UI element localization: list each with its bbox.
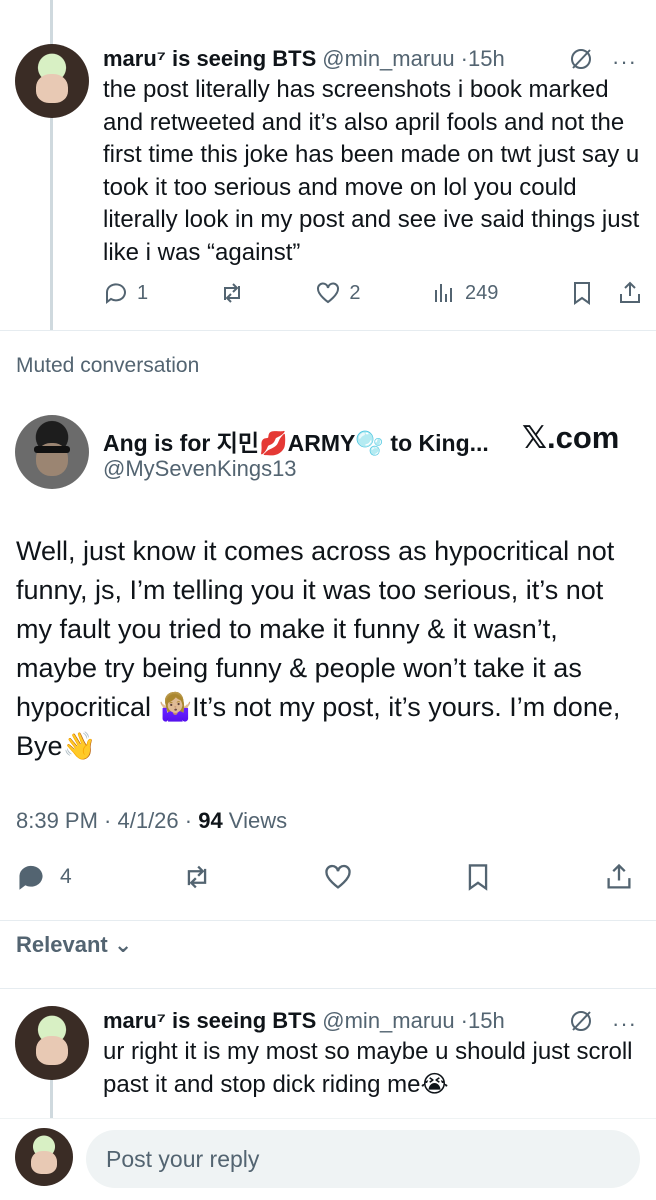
- bookmark-icon: [469, 864, 488, 891]
- bookmark-icon[interactable]: [569, 280, 595, 306]
- reply-icon: [106, 283, 126, 304]
- views-icon: [435, 284, 453, 302]
- reply-input[interactable]: [86, 1130, 640, 1188]
- grok-icon[interactable]: [568, 1008, 594, 1039]
- thread-line: [50, 1078, 53, 1118]
- repost-icon: [188, 865, 207, 889]
- sort-dropdown[interactable]: Relevant ⌄: [16, 932, 132, 958]
- tweet-text: ur right it is my most so maybe u should…: [103, 1038, 633, 1098]
- tweet-text: the post literally has screenshots i boo…: [103, 76, 640, 266]
- tweet-header: maru⁷ is seeing BTS @min_maruu ·15h: [103, 1008, 505, 1034]
- share-icon[interactable]: [617, 280, 643, 306]
- divider: [0, 330, 656, 331]
- repost-button[interactable]: [219, 280, 245, 306]
- author-name[interactable]: maru⁷ is seeing BTS: [103, 46, 316, 72]
- author-name[interactable]: maru⁷ is seeing BTS: [103, 1008, 316, 1034]
- like-button[interactable]: 2: [315, 280, 360, 306]
- muted-conversation-label: Muted conversation: [16, 354, 200, 377]
- divider: [0, 920, 656, 921]
- reply-count: 1: [137, 281, 149, 304]
- tweet-meta: 8:39 PM · 4/1/26 · 94 Views: [16, 808, 287, 834]
- share-button[interactable]: [604, 862, 634, 892]
- more-icon[interactable]: ···: [612, 1011, 637, 1037]
- reply-icon: [19, 865, 43, 890]
- share-icon: [607, 863, 631, 889]
- author-handle[interactable]: @min_maruu: [322, 1008, 454, 1034]
- bookmark-button[interactable]: [463, 862, 493, 892]
- composer-avatar[interactable]: [15, 1128, 73, 1186]
- divider: [0, 988, 656, 989]
- grok-icon[interactable]: [568, 46, 594, 77]
- views-label: Views: [222, 808, 288, 833]
- tweet-header: maru⁷ is seeing BTS @min_maruu ·15h: [103, 46, 505, 72]
- heart-icon: [325, 864, 351, 889]
- like-button[interactable]: [323, 862, 353, 892]
- x-logo: 𝕏.com: [522, 420, 620, 455]
- view-count: 249: [465, 281, 499, 304]
- reply-button[interactable]: 1: [103, 280, 148, 306]
- reply-button[interactable]: 4: [16, 862, 72, 892]
- avatar[interactable]: [15, 44, 89, 118]
- tweet-actions: 1 2 249: [103, 280, 643, 306]
- author-name[interactable]: Ang is for 지민💋ARMY🫧 to King...: [103, 424, 489, 458]
- repost-button[interactable]: [182, 862, 212, 892]
- heart-icon: [317, 282, 340, 304]
- reply-count: 4: [60, 865, 72, 888]
- tweet-text: Well, just know it comes across as hypoc…: [16, 536, 621, 761]
- like-count: 2: [349, 281, 361, 304]
- more-icon[interactable]: ···: [612, 49, 637, 75]
- views-count: 94: [198, 808, 223, 833]
- avatar[interactable]: [15, 1006, 89, 1080]
- author-handle[interactable]: @MySevenKings13: [103, 456, 297, 482]
- tweet-time[interactable]: ·15h: [461, 46, 505, 72]
- author-handle[interactable]: @min_maruu: [322, 46, 454, 72]
- repost-icon: [223, 283, 240, 303]
- tweet-timestamp[interactable]: 8:39 PM · 4/1/26 ·: [16, 808, 198, 833]
- views-button[interactable]: 249: [431, 280, 498, 306]
- tweet-time[interactable]: ·15h: [461, 1008, 505, 1034]
- avatar[interactable]: [15, 415, 89, 489]
- tweet-actions: 4: [16, 862, 634, 892]
